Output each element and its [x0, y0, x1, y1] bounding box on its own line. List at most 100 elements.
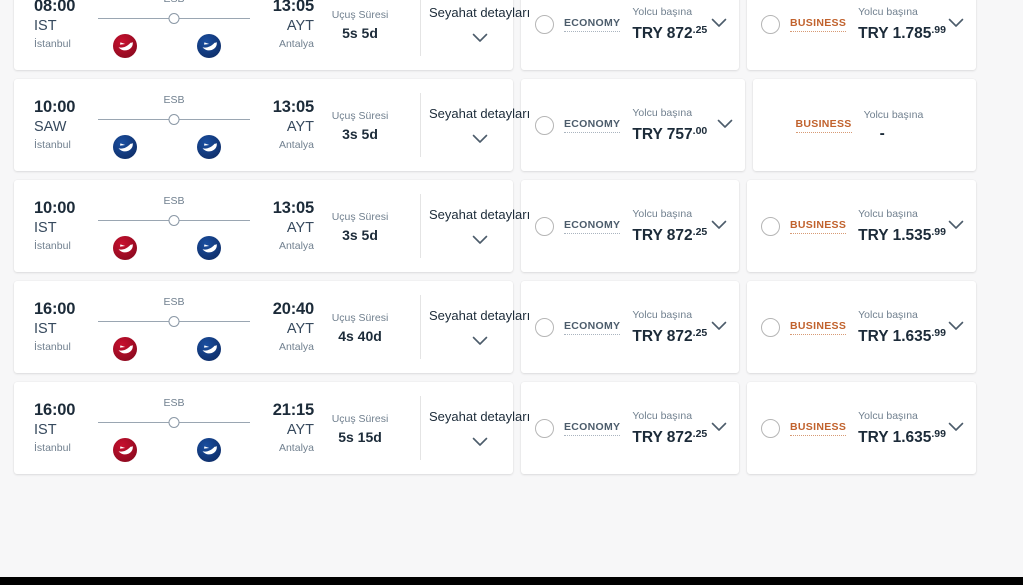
stopover-marker — [168, 13, 180, 24]
per-passenger-label: Yolcu başına — [632, 6, 693, 18]
cabin-label-business[interactable]: BUSINESS — [790, 219, 847, 234]
fare-radio-business[interactable] — [761, 317, 781, 337]
stopover-airport-code: ESB — [163, 94, 185, 106]
itinerary-card[interactable]: 10:00 IST İstanbul ESB 13:05 AYT Antalya Uçuş S… — [14, 180, 530, 272]
route-graphic: ESB — [98, 392, 250, 464]
trip-details-toggle[interactable]: Seyahat detayları — [421, 1, 530, 48]
fare-price-cents: .25 — [692, 24, 708, 36]
chevron-down-icon[interactable] — [946, 318, 966, 336]
fare-card-economy[interactable]: ECONOMY Yolcu başına TRY 872.25 — [521, 281, 740, 373]
flight-duration-label: Uçuş Süresi — [331, 312, 389, 324]
chevron-down-icon[interactable] — [709, 419, 729, 437]
airline-logo-arrival — [196, 134, 222, 160]
fare-radio-economy[interactable] — [535, 317, 554, 337]
fare-card-economy[interactable]: ECONOMY Yolcu başına TRY 872.25 — [521, 0, 740, 70]
fare-card-economy[interactable]: ECONOMY Yolcu başına TRY 872.25 — [521, 180, 740, 272]
flight-duration-value: 3s 5d — [342, 126, 378, 142]
airline-logo-arrival — [196, 33, 222, 59]
fare-price-cents: .99 — [931, 428, 946, 440]
fare-radio-economy[interactable] — [535, 216, 554, 236]
fare-card-business[interactable]: BUSINESS Yolcu başına - — [752, 79, 976, 171]
per-passenger-label: Yolcu başına — [858, 208, 918, 220]
stopover-airport-code: ESB — [163, 397, 185, 409]
trip-details-toggle[interactable]: Seyahat detayları — [421, 102, 530, 149]
fare-price-cents: .00 — [692, 125, 708, 137]
per-passenger-label: Yolcu başına — [858, 6, 918, 18]
fare-card-economy[interactable]: ECONOMY Yolcu başına TRY 872.25 — [521, 382, 740, 474]
departure-info: 08:00 IST İstanbul — [34, 0, 96, 53]
cabin-label-economy[interactable]: ECONOMY — [564, 320, 621, 335]
fare-card-business[interactable]: BUSINESS Yolcu başına TRY 1.535.99 — [747, 180, 976, 272]
itinerary-card[interactable]: 16:00 IST İstanbul ESB 20:40 AYT Antalya Uçuş S… — [14, 281, 530, 373]
itinerary-card[interactable]: 08:00ISTİstanbulESB13:05AYTAntalyaUçuş S… — [14, 0, 530, 70]
flight-duration: Uçuş Süresi 4s 40d — [314, 308, 406, 346]
fare-price: TRY 872.25 — [632, 24, 708, 42]
flight-duration: Uçuş Süresi 3s 5d — [314, 106, 406, 144]
flight-search-results-page: 08:00ISTİstanbul ESB 13:05AYTAntalya Uçuş S… — [0, 0, 1023, 585]
cabin-label-economy[interactable]: ECONOMY — [564, 219, 621, 234]
chevron-down-icon[interactable] — [709, 15, 729, 33]
fare-price-block: Yolcu başına - — [852, 107, 946, 144]
cabin-label-business[interactable]: BUSINESS — [795, 118, 852, 133]
itinerary-card[interactable]: 16:00 IST İstanbul ESB 21:15 AYT Antalya Uçuş S… — [14, 382, 530, 474]
airline-logo-departure — [112, 33, 138, 59]
cabin-label-economy[interactable]: ECONOMY — [564, 118, 621, 133]
arrival-city: Antalya — [278, 340, 314, 353]
fare-card-business[interactable]: BUSINESS Yolcu başına TRY 1.635.99 — [747, 382, 976, 474]
stopover-marker — [168, 417, 180, 428]
departure-time: 10:00 — [34, 198, 76, 217]
fare-radio-economy[interactable] — [535, 14, 554, 34]
chevron-down-icon[interactable] — [709, 217, 729, 235]
chevron-down-icon[interactable] — [715, 116, 735, 134]
fare-price-block: Yolcu başına TRY 872.25 — [620, 307, 709, 347]
chevron-down-icon[interactable] — [472, 333, 488, 351]
cabin-label-business[interactable]: BUSINESS — [790, 320, 847, 335]
chevron-down-icon[interactable] — [472, 30, 488, 48]
chevron-down-icon[interactable] — [472, 434, 488, 452]
fare-price-cents: .25 — [692, 428, 708, 440]
fare-radio-economy[interactable] — [535, 418, 554, 438]
departure-info: 10:00 SAW İstanbul — [34, 97, 96, 154]
itinerary-card[interactable]: 10:00 SAW İstanbul ESB 13:05 AYT Antalya Uçuş S… — [14, 79, 530, 171]
departure-airport-code: IST — [34, 219, 57, 236]
fare-price-block: Yolcu başına TRY 1.635.99 — [846, 408, 946, 448]
cabin-label-economy[interactable]: ECONOMY — [564, 421, 621, 436]
per-passenger-label: Yolcu başına — [632, 410, 693, 422]
arrival-airport-code: AYT — [286, 320, 314, 337]
departure-city: İstanbul — [34, 37, 71, 50]
cabin-label-business[interactable]: BUSINESS — [790, 421, 847, 436]
cabin-label-economy[interactable]: ECONOMY — [564, 17, 621, 32]
chevron-down-icon[interactable] — [946, 419, 966, 437]
arrival-info: 13:05 AYT Antalya — [252, 0, 314, 53]
chevron-down-icon[interactable] — [709, 318, 729, 336]
fare-radio-business[interactable] — [761, 418, 781, 438]
fare-price-cents: .99 — [931, 24, 946, 36]
departure-airport-code: SAW — [34, 118, 67, 135]
airline-logo-arrival — [196, 336, 222, 362]
trip-details-toggle[interactable]: Seyahat detayları — [421, 203, 530, 250]
fare-card-economy[interactable]: ECONOMY Yolcu başına TRY 757.00 — [521, 79, 745, 171]
trip-details-toggle[interactable]: Seyahat detayları — [421, 304, 530, 351]
trip-details-label: Seyahat detayları — [429, 408, 531, 424]
fare-radio-business[interactable] — [761, 14, 781, 34]
departure-city: İstanbul — [34, 441, 71, 454]
arrival-city: Antalya — [278, 37, 314, 50]
departure-city: İstanbul — [34, 239, 71, 252]
os-taskbar[interactable] — [0, 577, 1023, 585]
arrival-airport-code: AYT — [286, 219, 314, 236]
fare-card-business[interactable]: BUSINESS Yolcu başına TRY 1.635.99 — [747, 281, 976, 373]
arrival-info: 13:05 AYT Antalya — [252, 198, 314, 255]
chevron-down-icon[interactable] — [946, 217, 966, 235]
flight-duration-label: Uçuş Süresi — [331, 413, 389, 425]
cabin-label-business[interactable]: BUSINESS — [790, 17, 847, 32]
fare-card-business[interactable]: BUSINESS Yolcu başına TRY 1.785.99 — [747, 0, 976, 70]
trip-details-toggle[interactable]: Seyahat detayları — [421, 405, 530, 452]
per-passenger-label: Yolcu başına — [858, 410, 918, 422]
fare-radio-economy[interactable] — [535, 115, 554, 135]
per-passenger-label: Yolcu başına — [632, 208, 693, 220]
chevron-down-icon[interactable] — [472, 232, 488, 250]
per-passenger-label: Yolcu başına — [632, 107, 693, 119]
chevron-down-icon[interactable] — [472, 131, 488, 149]
fare-radio-business[interactable] — [761, 216, 781, 236]
chevron-down-icon[interactable] — [946, 15, 966, 33]
